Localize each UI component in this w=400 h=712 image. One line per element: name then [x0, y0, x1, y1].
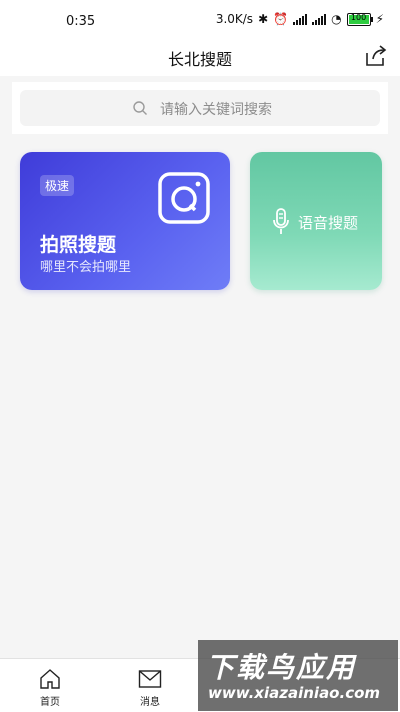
wifi-icon: ◔ [331, 12, 342, 26]
alarm-icon: ⏰ [273, 12, 289, 26]
charging-icon: ⚡ [375, 12, 384, 26]
status-icons: 3.0K/s ✱ ⏰ ◔ 100 ⚡ [216, 12, 384, 26]
watermark-url: www.xiazainiao.com [208, 684, 381, 702]
watermark: 下载鸟应用 www.xiazainiao.com [198, 640, 398, 711]
nav-bar: 长北搜题 [0, 44, 400, 76]
tab-home[interactable]: 首页 [0, 659, 100, 712]
battery-icon: 100 [346, 12, 373, 26]
voice-search-card[interactable]: 语音搜题 [250, 152, 382, 290]
search-placeholder: 请输入关键词搜索 [160, 102, 272, 118]
share-icon[interactable] [364, 44, 388, 68]
speed-badge: 极速 [40, 175, 75, 196]
watermark-title: 下载鸟应用 [206, 651, 357, 684]
photo-search-subtitle: 哪里不会拍哪里 [40, 260, 132, 275]
status-bar: 0:35 3.0K/s ✱ ⏰ ◔ 100 ⚡ [0, 0, 400, 44]
battery-level: 100 [350, 12, 367, 22]
search-input[interactable]: 请输入关键词搜索 [20, 90, 380, 126]
status-time: 0:35 [66, 14, 96, 29]
voice-search-label: 语音搜题 [298, 214, 359, 232]
signal-hd-icon [312, 13, 327, 25]
mail-icon [138, 670, 162, 688]
microphone-icon [273, 208, 289, 234]
camera-icon [158, 172, 210, 224]
tab-home-label: 首页 [40, 697, 60, 708]
tab-messages[interactable]: 消息 [100, 659, 200, 712]
photo-search-title: 拍照搜题 [40, 234, 117, 256]
search-area: 请输入关键词搜索 [12, 82, 388, 134]
page-title: 长北搜题 [167, 50, 232, 69]
search-icon [133, 101, 147, 115]
photo-search-card[interactable]: 极速 拍照搜题 哪里不会拍哪里 [20, 152, 230, 290]
tab-messages-label: 消息 [140, 697, 160, 708]
signal-icon [293, 13, 308, 25]
bluetooth-icon: ✱ [258, 12, 269, 26]
home-icon [40, 669, 60, 689]
network-speed: 3.0K/s [215, 12, 254, 26]
